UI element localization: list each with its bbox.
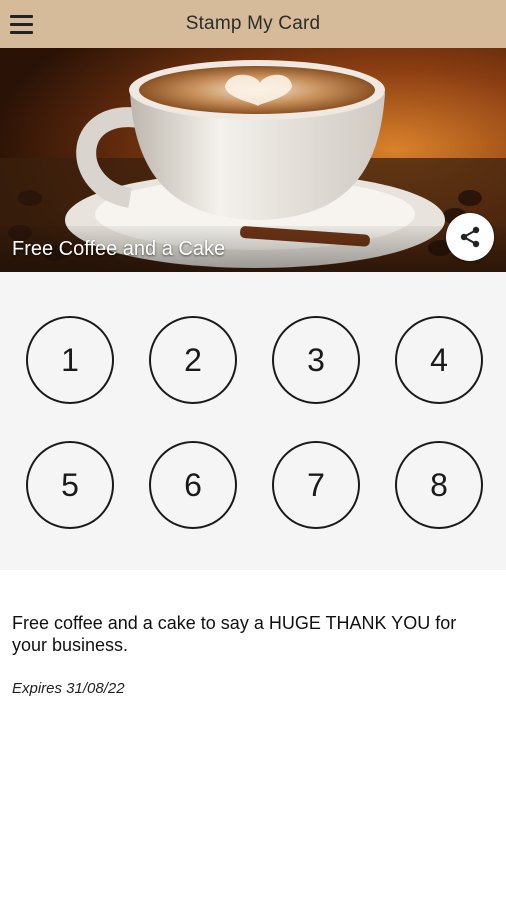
offer-details: Free coffee and a cake to say a HUGE THA… bbox=[0, 570, 506, 697]
hamburger-menu-icon[interactable] bbox=[10, 10, 38, 38]
stamp-slot-7[interactable]: 7 bbox=[272, 441, 360, 529]
expiry-date: Expires 31/08/22 bbox=[12, 680, 125, 697]
stamp-slot-5[interactable]: 5 bbox=[26, 441, 114, 529]
stamp-slot-1[interactable]: 1 bbox=[26, 316, 114, 404]
stamp-card: 1 2 3 4 5 6 7 8 bbox=[0, 272, 506, 570]
stamp-slot-8[interactable]: 8 bbox=[395, 441, 483, 529]
app-bar: Stamp My Card bbox=[0, 0, 506, 48]
stamp-slot-3[interactable]: 3 bbox=[272, 316, 360, 404]
offer-description: Free coffee and a cake to say a HUGE THA… bbox=[12, 613, 457, 655]
stamp-slot-2[interactable]: 2 bbox=[149, 316, 237, 404]
offer-title: Free Coffee and a Cake bbox=[12, 237, 226, 260]
offer-banner: Free Coffee and a Cake bbox=[0, 48, 506, 272]
stamp-grid: 1 2 3 4 5 6 7 8 bbox=[26, 316, 483, 529]
app-title: Stamp My Card bbox=[185, 13, 321, 34]
share-icon bbox=[460, 226, 480, 248]
stamp-slot-6[interactable]: 6 bbox=[149, 441, 237, 529]
stamp-slot-4[interactable]: 4 bbox=[395, 316, 483, 404]
share-button[interactable] bbox=[446, 213, 494, 261]
offer-caption: Free Coffee and a Cake bbox=[0, 226, 506, 272]
